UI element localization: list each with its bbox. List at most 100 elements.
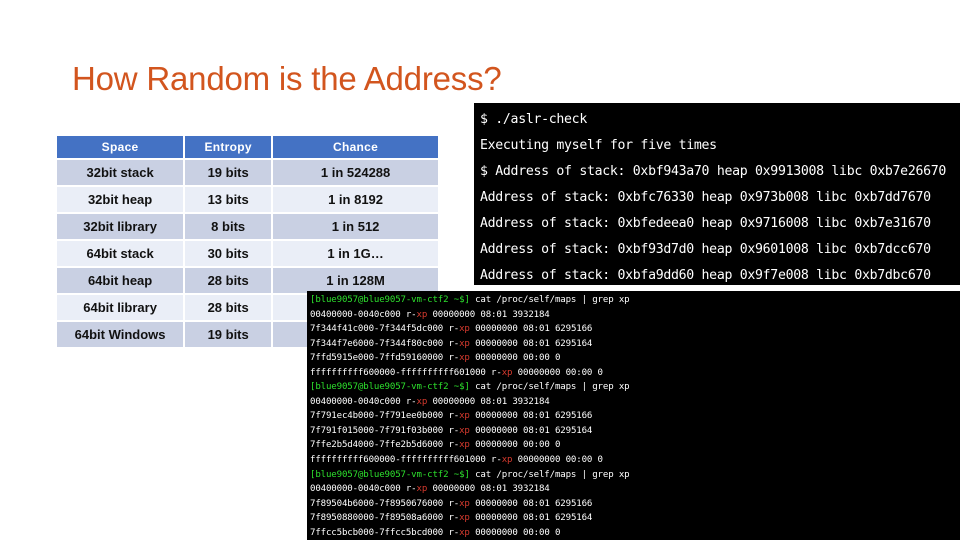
maps-entry-row: 7f89504b6000-7f8950676000 r-xp 00000000 … — [310, 497, 960, 512]
terminal-line: $ ./aslr-check — [480, 112, 587, 127]
maps-perm-xp: xp — [459, 527, 470, 538]
maps-offset-dev-inode: 00000000 00:00 0 — [469, 440, 561, 451]
terminal-prompt-line: [blue9057@blue9057-vm-ctf2 ~$] cat /proc… — [310, 293, 960, 308]
shell-command: cat /proc/self/maps | grep xp — [469, 469, 630, 480]
maps-perm-xp: xp — [501, 367, 513, 378]
cell-entropy: 8 bits — [185, 214, 272, 239]
maps-address-range: 7f791f015000-7f791f03b000 r- — [310, 425, 460, 436]
cell-entropy: 19 bits — [185, 322, 272, 347]
maps-perm-xp: xp — [459, 425, 470, 436]
terminal-line: Address of stack: 0xbfa9dd60 heap 0x9f7e… — [480, 268, 931, 283]
table-row: 32bit heap 13 bits 1 in 8192 — [57, 187, 438, 212]
shell-command: cat /proc/self/maps | grep xp — [469, 295, 630, 305]
maps-offset-dev-inode: 00000000 08:01 6295164 — [469, 425, 593, 436]
cell-entropy: 28 bits — [185, 295, 272, 320]
cell-entropy: 19 bits — [185, 160, 272, 185]
cell-chance: 1 in 1G… — [273, 241, 438, 266]
terminal-prompt-line: [blue9057@blue9057-vm-ctf2 ~$] cat /proc… — [310, 380, 960, 395]
maps-address-range: 7ffcc5bcb000-7ffcc5bcd000 r- — [310, 527, 460, 538]
table-row: 32bit stack 19 bits 1 in 524288 — [57, 160, 438, 185]
column-header-chance: Chance — [273, 136, 438, 158]
terminal-line: Address of stack: 0xbfc76330 heap 0x973b… — [480, 190, 931, 205]
table-header-row: Space Entropy Chance — [57, 136, 438, 158]
cell-space: 64bit stack — [57, 241, 184, 266]
maps-offset-dev-inode: 00000000 08:01 3932184 — [427, 309, 550, 320]
maps-address-range: 7f344f7e6000-7f344f80c000 r- — [310, 338, 460, 349]
terminal-line: Address of stack: 0xbf93d7d0 heap 0x9601… — [480, 242, 931, 257]
shell-prompt: [blue9057@blue9057-vm-ctf2 ~$] — [310, 382, 470, 393]
maps-offset-dev-inode: 00000000 08:01 6295166 — [469, 411, 593, 422]
shell-prompt: [blue9057@blue9057-vm-ctf2 ~$] — [310, 469, 470, 480]
cell-space: 64bit library — [57, 295, 184, 320]
maps-address-range: 7f344f41c000-7f344f5dc000 r- — [310, 324, 460, 335]
cell-entropy: 30 bits — [185, 241, 272, 266]
cell-entropy: 28 bits — [185, 268, 272, 293]
terminal-aslr-check: $ ./aslr-check Executing myself for five … — [474, 103, 960, 285]
maps-offset-dev-inode: 00000000 00:00 0 — [469, 353, 561, 364]
maps-entry-row: 00400000-0040c000 r-xp 00000000 08:01 39… — [310, 308, 960, 323]
maps-perm-xp: xp — [459, 353, 470, 364]
cell-chance: 1 in 128M — [273, 268, 438, 293]
maps-address-range: 7f8950880000-7f89508a6000 r- — [310, 513, 460, 524]
maps-perm-xp: xp — [416, 396, 428, 407]
terminal-line: $ Address of stack: 0xbf943a70 heap 0x99… — [480, 164, 947, 179]
maps-address-range: 00400000-0040c000 r- — [310, 309, 417, 320]
table-row: 64bit heap 28 bits 1 in 128M — [57, 268, 438, 293]
maps-perm-xp: xp — [501, 455, 513, 466]
terminal-line: Address of stack: 0xbfedeea0 heap 0x9716… — [480, 216, 931, 231]
maps-address-range: 7ffe2b5d4000-7ffe2b5d6000 r- — [310, 440, 460, 451]
cell-chance: 1 in 512 — [273, 214, 438, 239]
maps-address-range: 7ffd5915e000-7ffd59160000 r- — [310, 353, 460, 364]
maps-address-range: ffffffffff600000-ffffffffff601000 r- — [310, 367, 502, 378]
maps-perm-xp: xp — [459, 498, 470, 509]
maps-address-range: ffffffffff600000-ffffffffff601000 r- — [310, 455, 502, 466]
maps-entry-row: 7ffd5915e000-7ffd59160000 r-xp 00000000 … — [310, 351, 960, 366]
maps-perm-xp: xp — [416, 484, 428, 495]
maps-entry-row: 7f8950880000-7f89508a6000 r-xp 00000000 … — [310, 511, 960, 526]
shell-prompt: [blue9057@blue9057-vm-ctf2 ~$] — [310, 295, 470, 305]
cell-space: 32bit heap — [57, 187, 184, 212]
maps-offset-dev-inode: 00000000 08:01 3932184 — [427, 396, 550, 407]
maps-perm-xp: xp — [459, 513, 470, 524]
maps-entry-row: 00400000-0040c000 r-xp 00000000 08:01 39… — [310, 482, 960, 497]
maps-entry-row: 7f791f015000-7f791f03b000 r-xp 00000000 … — [310, 424, 960, 439]
maps-offset-dev-inode: 00000000 08:01 3932184 — [427, 484, 550, 495]
column-header-space: Space — [57, 136, 184, 158]
page-title: How Random is the Address? — [72, 60, 502, 97]
cell-space: 64bit heap — [57, 268, 184, 293]
maps-entry-row: 7ffcc5bcb000-7ffcc5bcd000 r-xp 00000000 … — [310, 526, 960, 540]
terminal-proc-self-maps: [blue9057@blue9057-vm-ctf2 ~$] cat /proc… — [307, 291, 960, 540]
maps-entry-row: 00400000-0040c000 r-xp 00000000 08:01 39… — [310, 395, 960, 410]
table-row: 32bit library 8 bits 1 in 512 — [57, 214, 438, 239]
maps-address-range: 00400000-0040c000 r- — [310, 484, 417, 495]
maps-offset-dev-inode: 00000000 00:00 0 — [512, 455, 603, 466]
maps-offset-dev-inode: 00000000 08:01 6295164 — [469, 338, 593, 349]
terminal-prompt-line: [blue9057@blue9057-vm-ctf2 ~$] cat /proc… — [310, 468, 960, 483]
maps-perm-xp: xp — [416, 309, 428, 320]
maps-entry-row: 7f344f7e6000-7f344f80c000 r-xp 00000000 … — [310, 337, 960, 352]
maps-entry-row: 7ffe2b5d4000-7ffe2b5d6000 r-xp 00000000 … — [310, 438, 960, 453]
maps-address-range: 7f89504b6000-7f8950676000 r- — [310, 498, 460, 509]
cell-entropy: 13 bits — [185, 187, 272, 212]
cell-chance: 1 in 524288 — [273, 160, 438, 185]
maps-entry-row: ffffffffff600000-ffffffffff601000 r-xp 0… — [310, 453, 960, 468]
table-row: 64bit stack 30 bits 1 in 1G… — [57, 241, 438, 266]
maps-entry-row: 7f344f41c000-7f344f5dc000 r-xp 00000000 … — [310, 322, 960, 337]
maps-entry-row: 7f791ec4b000-7f791ee0b000 r-xp 00000000 … — [310, 409, 960, 424]
maps-offset-dev-inode: 00000000 00:00 0 — [512, 367, 603, 378]
maps-perm-xp: xp — [459, 338, 470, 349]
cell-space: 64bit Windows — [57, 322, 184, 347]
maps-entry-row: ffffffffff600000-ffffffffff601000 r-xp 0… — [310, 366, 960, 381]
maps-offset-dev-inode: 00000000 00:00 0 — [469, 527, 561, 538]
shell-command: cat /proc/self/maps | grep xp — [469, 382, 630, 393]
maps-offset-dev-inode: 00000000 08:01 6295166 — [469, 324, 593, 335]
maps-offset-dev-inode: 00000000 08:01 6295164 — [469, 513, 593, 524]
maps-offset-dev-inode: 00000000 08:01 6295166 — [469, 498, 593, 509]
maps-address-range: 00400000-0040c000 r- — [310, 396, 417, 407]
maps-perm-xp: xp — [459, 411, 470, 422]
column-header-entropy: Entropy — [185, 136, 272, 158]
cell-space: 32bit stack — [57, 160, 184, 185]
maps-perm-xp: xp — [459, 324, 470, 335]
cell-space: 32bit library — [57, 214, 184, 239]
maps-address-range: 7f791ec4b000-7f791ee0b000 r- — [310, 411, 460, 422]
